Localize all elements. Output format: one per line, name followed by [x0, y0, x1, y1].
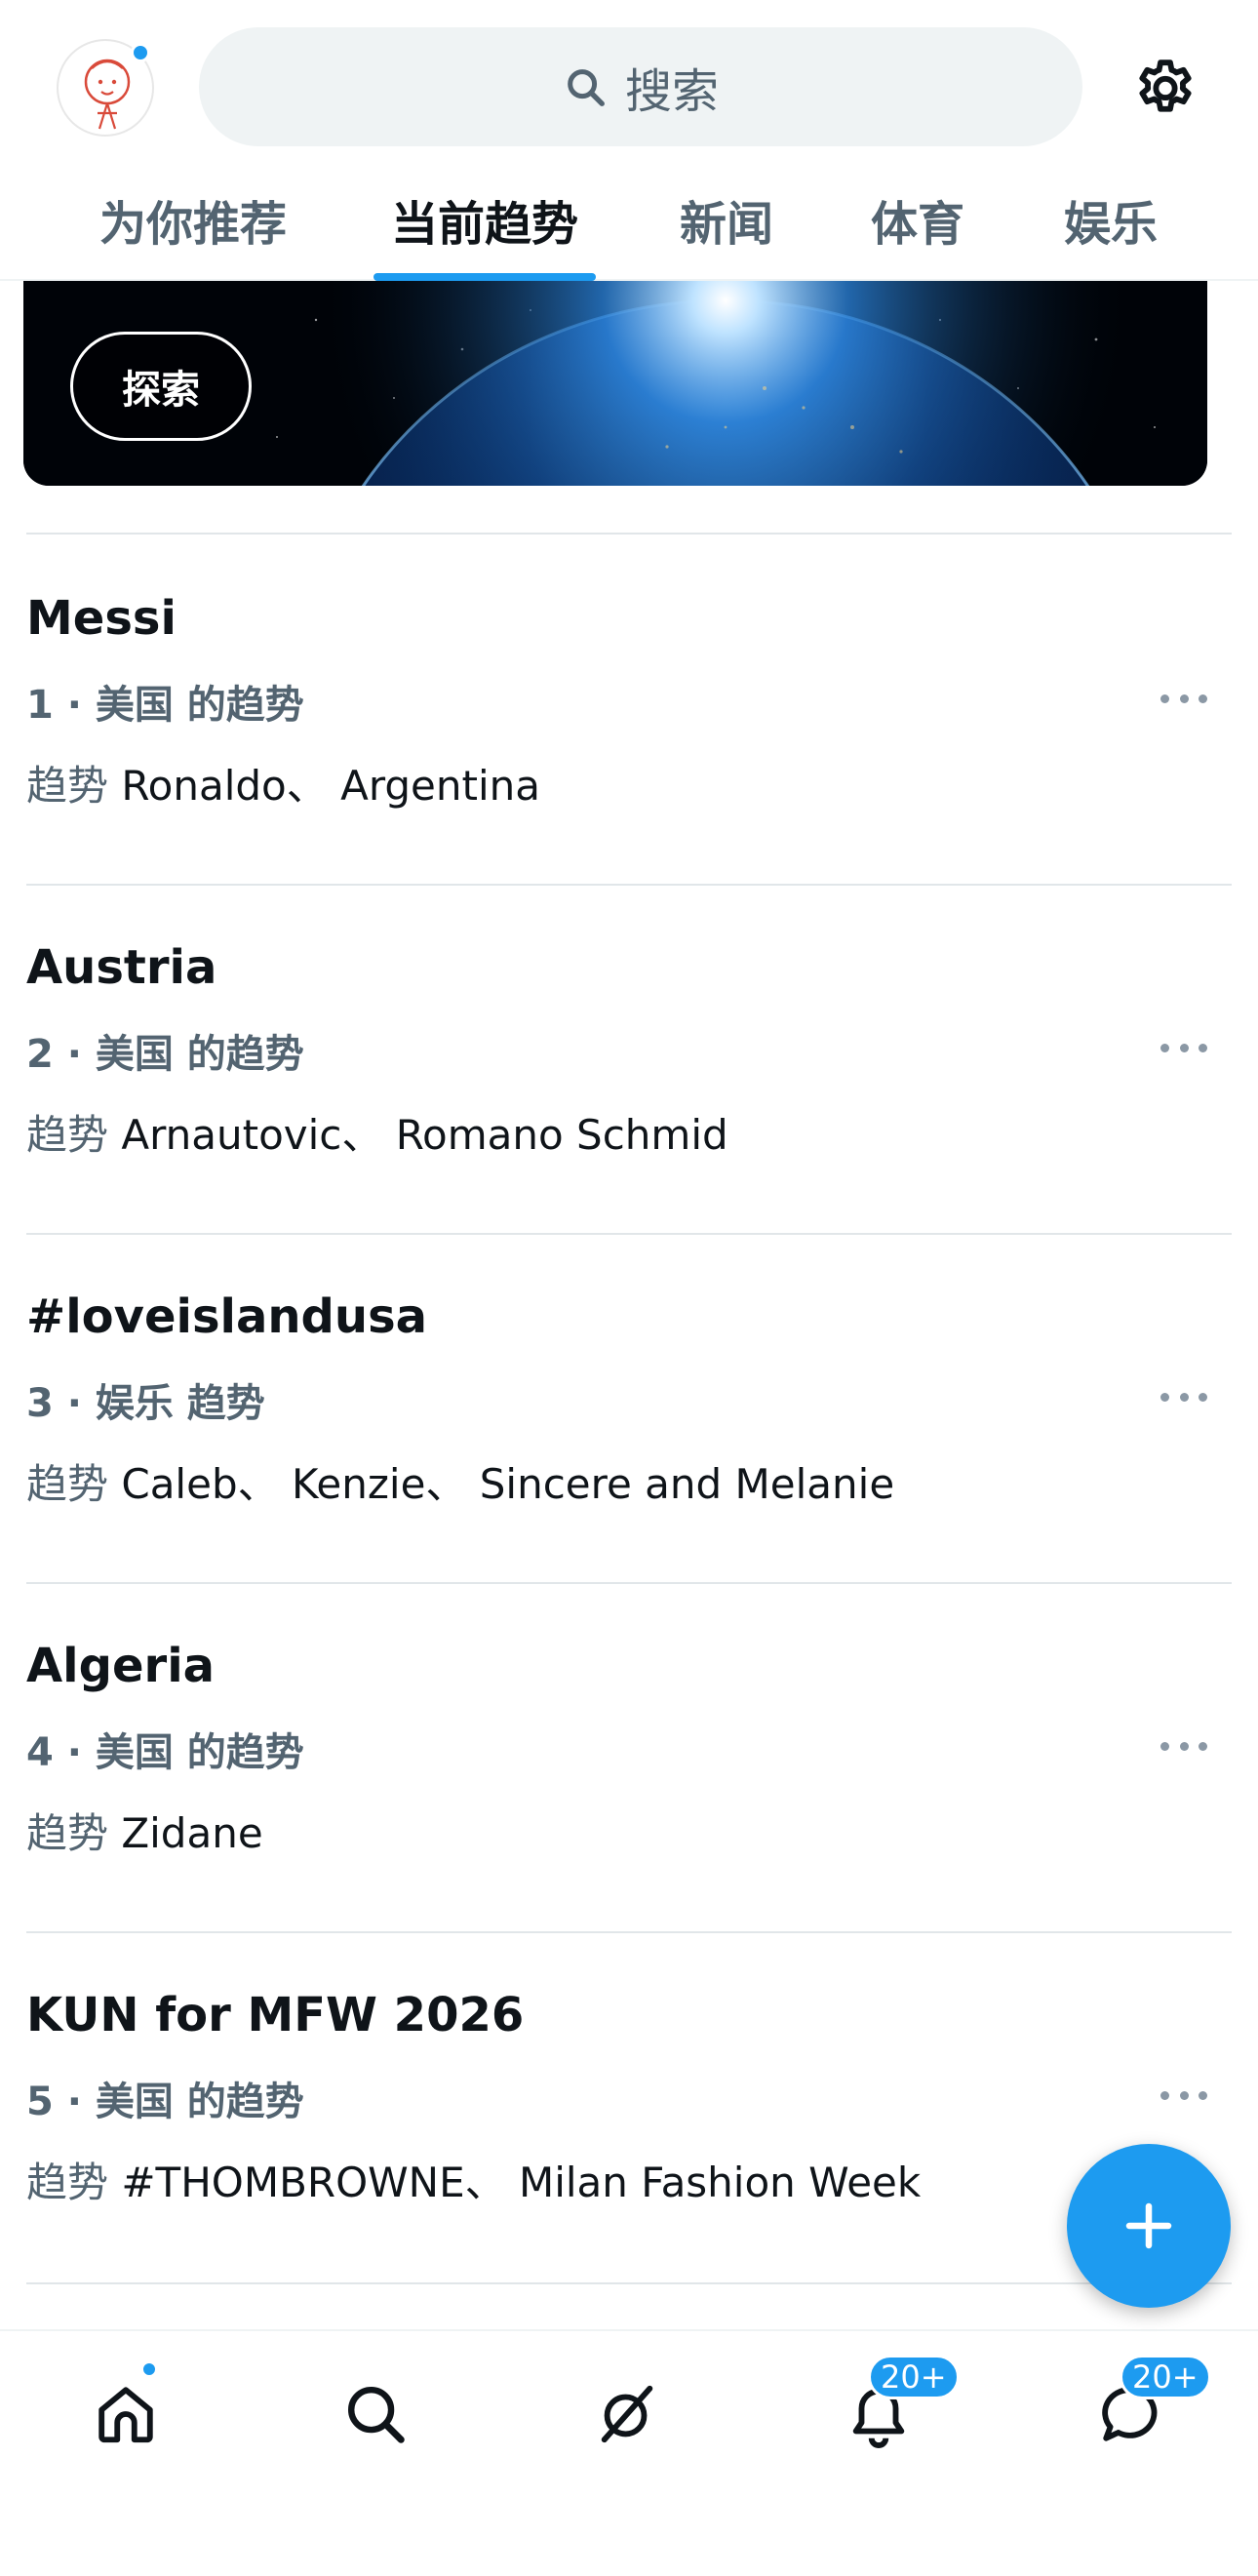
- trend-description: 趋势 Arnautovic、 Romano Schmid: [26, 1102, 728, 1162]
- trend-title: Algeria: [26, 1639, 216, 1693]
- search-icon: [568, 69, 605, 106]
- notifications-badge: 20+: [868, 2355, 960, 2399]
- plus-icon: [1125, 2202, 1172, 2249]
- more-options-icon[interactable]: [1160, 2087, 1207, 2103]
- more-options-icon[interactable]: [1160, 691, 1207, 706]
- divider: [26, 2282, 1232, 2284]
- trend-related-terms: Ronaldo、 Argentina: [108, 762, 540, 810]
- tab-news[interactable]: 新闻: [663, 185, 790, 281]
- tab-bar: 为你推荐 当前趋势 新闻 体育 娱乐: [0, 166, 1258, 281]
- search-placeholder: 搜索: [624, 64, 719, 119]
- tab-label: 新闻: [679, 197, 773, 252]
- trend-title: Austria: [26, 940, 217, 995]
- trend-item[interactable]: #loveislandusa 3 · 娱乐 趋势 趋势 Caleb、 Kenzi…: [0, 1233, 1258, 1582]
- trend-related-terms: Zidane: [108, 1809, 263, 1857]
- trend-related-terms: Caleb、 Kenzie、 Sincere and Melanie: [108, 1460, 895, 1508]
- trend-item[interactable]: Algeria 4 · 美国 的趋势 趋势 Zidane: [0, 1582, 1258, 1931]
- tab-label: 体育: [870, 197, 964, 252]
- avatar-notification-dot: [131, 43, 150, 62]
- trend-description: 趋势 Ronaldo、 Argentina: [26, 753, 540, 812]
- tab-label: 娱乐: [1063, 197, 1158, 252]
- trend-description: 趋势 #THOMBROWNE、 Milan Fashion Week: [26, 2150, 921, 2209]
- trend-description-prefix: 趋势: [26, 2159, 109, 2206]
- bottom-navigation: 20+ 20+: [0, 2329, 1258, 2576]
- more-options-icon[interactable]: [1160, 1738, 1207, 1754]
- explore-button-label: 探索: [122, 368, 200, 413]
- trend-description-prefix: 趋势: [26, 762, 109, 810]
- top-header: 搜索 为你推荐 当前趋势 新闻 体育 娱乐: [0, 0, 1258, 281]
- grok-icon: [601, 2385, 653, 2443]
- trend-description: 趋势 Caleb、 Kenzie、 Sincere and Melanie: [26, 1451, 894, 1511]
- trend-meta: 3 · 娱乐 趋势: [26, 1381, 265, 1426]
- trend-title: KUN for MFW 2026: [26, 1988, 525, 2042]
- search-bar[interactable]: 搜索: [199, 27, 1082, 146]
- trend-description-prefix: 趋势: [26, 1809, 109, 1857]
- search-icon: [348, 2387, 405, 2443]
- compose-post-button[interactable]: [1067, 2144, 1231, 2308]
- trend-related-terms: #THOMBROWNE、 Milan Fashion Week: [108, 2159, 922, 2206]
- settings-button[interactable]: [1131, 53, 1199, 121]
- explore-button[interactable]: 探索: [70, 332, 252, 441]
- trend-item[interactable]: Austria 2 · 美国 的趋势 趋势 Arnautovic、 Romano…: [0, 884, 1258, 1233]
- trend-meta: 2 · 美国 的趋势: [26, 1032, 304, 1077]
- trend-description: 趋势 Zidane: [26, 1801, 263, 1860]
- tab-trending[interactable]: 当前趋势: [363, 185, 607, 281]
- trend-title: #loveislandusa: [26, 1289, 428, 1344]
- home-icon: [98, 2387, 153, 2443]
- nav-home[interactable]: [82, 2370, 170, 2458]
- trend-related-terms: Arnautovic、 Romano Schmid: [108, 1111, 728, 1159]
- nav-search[interactable]: [332, 2370, 419, 2458]
- more-options-icon[interactable]: [1160, 1389, 1207, 1405]
- trend-description-prefix: 趋势: [26, 1111, 109, 1159]
- active-tab-indicator: [373, 273, 596, 281]
- trend-meta: 4 · 美国 的趋势: [26, 1730, 304, 1775]
- tab-sports[interactable]: 体育: [854, 185, 981, 281]
- tab-label: 当前趋势: [390, 197, 578, 252]
- more-options-icon[interactable]: [1160, 1040, 1207, 1055]
- trend-meta: 1 · 美国 的趋势: [26, 683, 304, 728]
- messages-badge: 20+: [1120, 2355, 1211, 2399]
- gear-icon: [1139, 59, 1192, 112]
- home-notification-dot: [140, 2360, 158, 2378]
- trend-item[interactable]: Messi 1 · 美国 的趋势 趋势 Ronaldo、 Argentina: [0, 535, 1258, 884]
- trend-meta: 5 · 美国 的趋势: [26, 2080, 304, 2124]
- tab-entertainment[interactable]: 娱乐: [1047, 185, 1174, 281]
- tab-for-you[interactable]: 为你推荐: [59, 185, 328, 281]
- trend-title: Messi: [26, 591, 177, 646]
- nav-grok[interactable]: [583, 2370, 671, 2458]
- tab-label: 为你推荐: [98, 197, 287, 252]
- trend-description-prefix: 趋势: [26, 1460, 109, 1508]
